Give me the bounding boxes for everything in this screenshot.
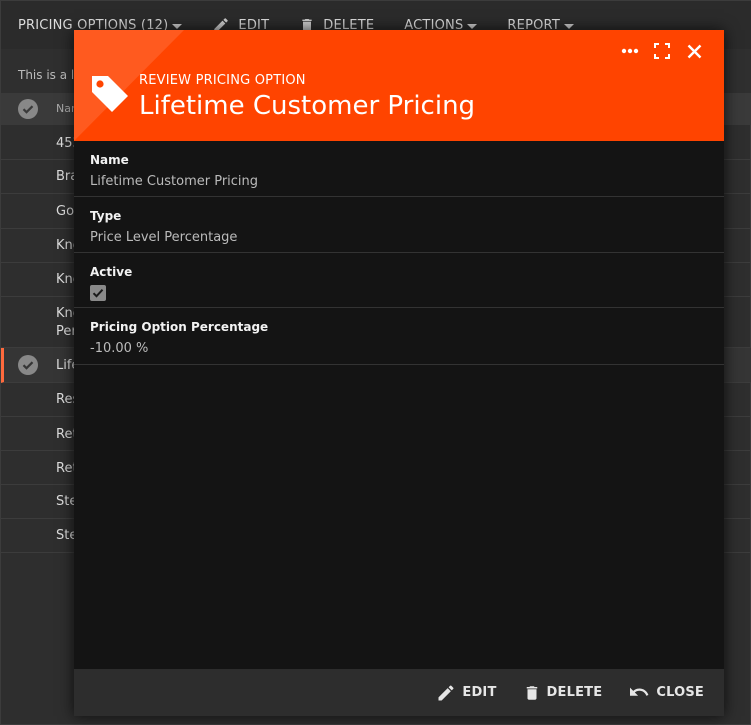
chevron-down-icon [563, 23, 574, 29]
field-label: Active [90, 265, 133, 279]
field-type: Type Price Level Percentage [74, 197, 724, 253]
close-button[interactable]: CLOSE [628, 684, 704, 702]
chevron-down-icon [467, 23, 478, 29]
review-pricing-option-dialog: REVIEW PRICING OPTION Lifetime Customer … [74, 30, 724, 716]
field-name: Name Lifetime Customer Pricing [74, 141, 724, 197]
edit-label: EDIT [462, 685, 497, 700]
field-pricing-option-percentage: Pricing Option Percentage -10.00 % [74, 308, 724, 365]
dialog-footer: EDIT DELETE CLOSE [74, 669, 724, 716]
field-value: Price Level Percentage [90, 230, 238, 245]
trash-icon [526, 685, 537, 700]
field-active: Active [74, 253, 724, 308]
pencil-icon [438, 684, 454, 700]
dialog-header: REVIEW PRICING OPTION Lifetime Customer … [74, 30, 724, 141]
field-label: Name [90, 153, 129, 167]
selected-check-icon[interactable] [18, 355, 38, 375]
close-dialog-button[interactable] [678, 40, 710, 62]
more-options-button[interactable] [614, 40, 646, 62]
close-label: CLOSE [656, 685, 704, 700]
select-all-check-icon[interactable] [18, 99, 38, 119]
price-tag-icon [92, 76, 128, 112]
delete-button[interactable]: DELETE [523, 683, 603, 703]
dialog-body: Name Lifetime Customer Pricing Type Pric… [74, 141, 724, 669]
checkmark-icon [92, 289, 104, 298]
undo-icon [630, 687, 649, 696]
field-value: Lifetime Customer Pricing [90, 174, 259, 189]
more-horizontal-icon [621, 48, 639, 54]
chevron-down-icon [172, 23, 183, 29]
column-header-name[interactable]: Nar [56, 102, 76, 115]
delete-label: DELETE [546, 685, 603, 700]
field-label: Type [90, 209, 122, 223]
active-checkbox [90, 285, 106, 301]
field-value: -10.00 % [90, 341, 149, 356]
dialog-title: Lifetime Customer Pricing [139, 91, 476, 121]
dialog-window-controls [614, 40, 710, 62]
maximize-button[interactable] [646, 40, 678, 62]
edit-button[interactable]: EDIT [436, 683, 496, 703]
close-icon [687, 44, 701, 58]
field-label: Pricing Option Percentage [90, 320, 269, 334]
list-item-label: Go [56, 204, 75, 219]
maximize-icon [654, 43, 670, 59]
dialog-subtitle: REVIEW PRICING OPTION [139, 73, 306, 88]
